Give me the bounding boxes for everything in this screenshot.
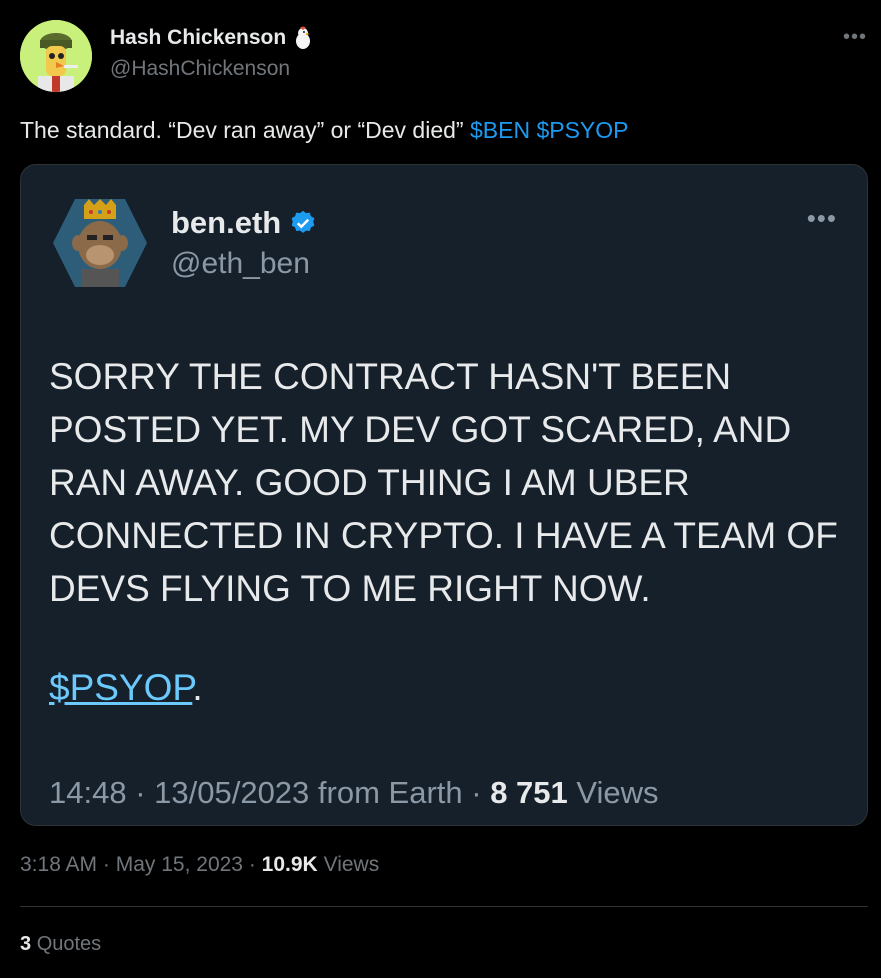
author-name-text: Hash Chickenson [110, 26, 287, 49]
quoted-tweet-meta: 14:48 · 13/05/2023 from Earth · 8 751 Vi… [49, 775, 659, 810]
quoted-time: 14:48 [49, 775, 127, 810]
quoted-date: 13/05/2023 [154, 775, 310, 810]
quotes-count: 3 [20, 933, 32, 955]
tweet-text-body: The standard. “Dev ran away” or “Dev die… [20, 117, 470, 143]
tweet-text: The standard. “Dev ran away” or “Dev die… [20, 117, 629, 144]
quoted-cashtag-link[interactable]: $PSYOP [49, 667, 192, 708]
chicken-icon [296, 26, 311, 49]
post-views-count: 10.9K [261, 853, 318, 876]
quoted-source: from Earth [317, 775, 463, 810]
quotes-link[interactable]: 3 Quotes [20, 933, 101, 956]
post-meta: 3:18 AM · May 15, 2023 · 10.9K Views [20, 853, 380, 876]
quoted-tweet-body: SORRY THE CONTRACT HASN'T BEEN POSTED YE… [49, 350, 849, 615]
ape-avatar-icon [53, 199, 147, 287]
quoted-more-horizontal-icon[interactable]: ••• [807, 203, 837, 234]
cashtag-ben-link[interactable]: $BEN [470, 117, 530, 143]
quoted-author-handle[interactable]: @eth_ben [171, 247, 310, 281]
post-views-label: Views [323, 853, 380, 876]
post-time[interactable]: 3:18 AM [20, 853, 97, 876]
author-name[interactable]: Hash Chickenson [110, 26, 312, 50]
quoted-line: RAN AWAY. GOOD THING I AM UBER [49, 462, 690, 503]
quoted-line: CONNECTED IN CRYPTO. I HAVE A TEAM OF [49, 515, 838, 556]
quoted-line: POSTED YET. MY DEV GOT SCARED, AND [49, 409, 792, 450]
quoted-views-count: 8 751 [490, 775, 568, 810]
cashtag-psyop-link[interactable]: $PSYOP [536, 117, 628, 143]
quoted-author-name[interactable]: ben.eth [171, 205, 317, 241]
quotes-label: Quotes [36, 933, 102, 955]
quoted-author-name-text: ben.eth [171, 205, 282, 240]
chicken-avatar-icon [20, 20, 92, 92]
quoted-views-label: Views [576, 775, 659, 810]
quoted-cashtag-line: $PSYOP. [49, 667, 203, 709]
quoted-line: DEVS FLYING TO ME RIGHT NOW. [49, 568, 651, 609]
verified-badge-icon [291, 210, 315, 233]
quoted-line: SORRY THE CONTRACT HASN'T BEEN [49, 356, 732, 397]
quoted-cashtag-suffix: . [192, 667, 203, 708]
author-avatar[interactable] [20, 20, 92, 92]
post-date[interactable]: May 15, 2023 [116, 853, 243, 876]
more-horizontal-icon[interactable]: ••• [843, 26, 867, 49]
quoted-tweet-card[interactable]: ben.eth @eth_ben ••• SORRY THE CONTRACT … [20, 164, 868, 826]
divider [20, 906, 868, 907]
author-handle[interactable]: @HashChickenson [110, 57, 290, 81]
